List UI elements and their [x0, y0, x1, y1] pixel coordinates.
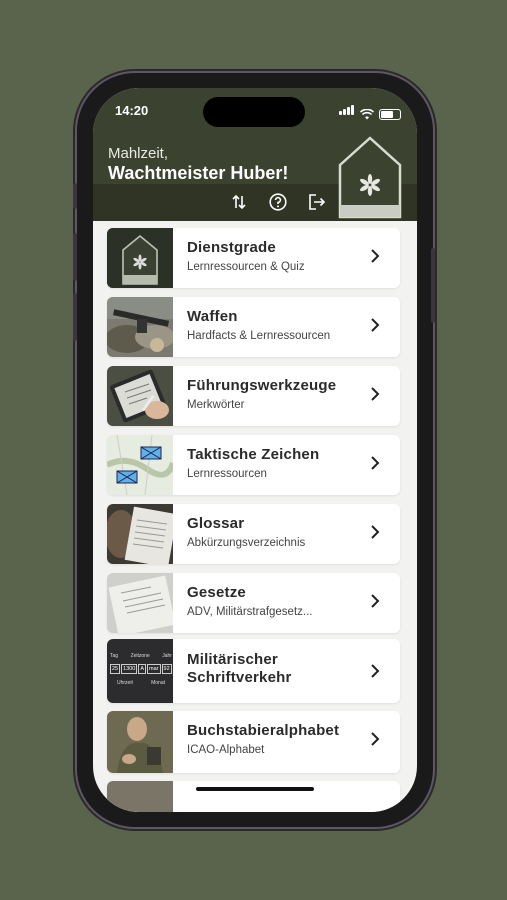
logout-icon[interactable]	[306, 191, 328, 213]
menu-item-title: Taktische Zeichen	[187, 446, 320, 463]
menu-item-gesetze[interactable]: Gesetze ADV, Militärstrafgesetz...	[107, 573, 400, 633]
chevron-right-icon	[371, 456, 380, 470]
status-time: 14:20	[115, 103, 149, 118]
date-value-day: 25	[110, 664, 121, 674]
date-label-tag: Tag	[110, 653, 119, 659]
date-label-monat: Monat	[151, 680, 165, 686]
home-indicator[interactable]	[196, 787, 314, 791]
tablet-writing-image	[107, 366, 173, 426]
weapon-image	[107, 297, 173, 357]
chevron-right-icon	[371, 732, 380, 746]
menu-item-glossar[interactable]: Glossar Abkürzungsverzeichnis	[107, 504, 400, 564]
chevron-right-icon	[371, 594, 380, 608]
status-icons	[339, 102, 401, 120]
app-header: 14:20 Mahlzeit, Wachtmeister Huber!	[93, 88, 417, 221]
menu-item-subtitle: ICAO-Alphabet	[187, 744, 265, 756]
menu-item-subtitle: Abkürzungsverzeichnis	[187, 537, 306, 549]
dynamic-island	[203, 97, 305, 127]
menu-item-fuehrungswerkzeuge[interactable]: Führungswerkzeuge Merkwörter	[107, 366, 400, 426]
menu-item-title: Militärischer Schriftverkehr	[187, 651, 292, 686]
menu-item-subtitle: Lernressourcen	[187, 468, 267, 480]
phone-frame: 14:20 Mahlzeit, Wachtmeister Huber! Dien…	[73, 73, 435, 827]
menu-item-title: Waffen	[187, 308, 238, 325]
menu-item-taktische-zeichen[interactable]: Taktische Zeichen Lernressourcen	[107, 435, 400, 495]
user-name: Wachtmeister Huber!	[108, 163, 289, 183]
wifi-icon	[360, 109, 374, 120]
chevron-right-icon	[371, 525, 380, 539]
menu-item-subtitle: Hardfacts & Lernressourcen	[187, 330, 331, 342]
menu-item-subtitle: Lernressourcen & Quiz	[187, 261, 305, 273]
signal-icon	[339, 102, 355, 120]
menu-item-title: Führungswerkzeuge	[187, 377, 337, 394]
menu-item-title: Gesetze	[187, 584, 246, 601]
menu-item-waffen[interactable]: Waffen Hardfacts & Lernressourcen	[107, 297, 400, 357]
menu-item-title: Glossar	[187, 515, 245, 532]
rank-insignia-image	[107, 228, 173, 288]
sort-icon[interactable]	[228, 191, 250, 213]
menu-item-title: Dienstgrade	[187, 239, 276, 256]
date-value-year: 92	[161, 664, 172, 674]
app-screen: 14:20 Mahlzeit, Wachtmeister Huber! Dien…	[93, 88, 417, 812]
menu-list: Dienstgrade Lernressourcen & Quiz Waffen…	[93, 221, 417, 812]
chevron-right-icon	[371, 318, 380, 332]
menu-item-schriftverkehr[interactable]: Tag Zeitzone Jahr 25 1300 A mar 92 Uhrze…	[107, 639, 400, 703]
date-value-zone: A	[138, 664, 147, 674]
menu-item-subtitle: Merkwörter	[187, 399, 245, 411]
date-value-month: mar	[147, 664, 161, 674]
soldier-image	[107, 711, 173, 773]
greeting-text: Mahlzeit,	[108, 145, 169, 162]
menu-item-title: Buchstabieralphabet	[187, 722, 340, 739]
menu-item-buchstabieralphabet[interactable]: Buchstabieralphabet ICAO-Alphabet	[107, 711, 400, 773]
paper-document-image	[107, 573, 173, 633]
date-label-zeitzone: Zeitzone	[130, 653, 150, 659]
date-label-jahr: Jahr	[162, 653, 172, 659]
date-label-uhrzeit: Uhrzeit	[117, 680, 133, 686]
menu-item-partial[interactable]	[107, 781, 400, 812]
chevron-right-icon	[371, 387, 380, 401]
partial-image	[107, 781, 173, 812]
menu-item-subtitle: ADV, Militärstrafgesetz...	[187, 606, 313, 618]
date-format-image: Tag Zeitzone Jahr 25 1300 A mar 92 Uhrze…	[107, 639, 173, 703]
menu-item-dienstgrade[interactable]: Dienstgrade Lernressourcen & Quiz	[107, 228, 400, 288]
help-icon[interactable]	[267, 191, 289, 213]
tactical-map-image	[107, 435, 173, 495]
reading-image	[107, 504, 173, 564]
chevron-right-icon	[371, 664, 380, 678]
chevron-right-icon	[371, 249, 380, 263]
rank-badge-icon	[338, 136, 402, 219]
battery-icon	[379, 109, 401, 120]
date-value-time: 1300	[121, 664, 138, 674]
